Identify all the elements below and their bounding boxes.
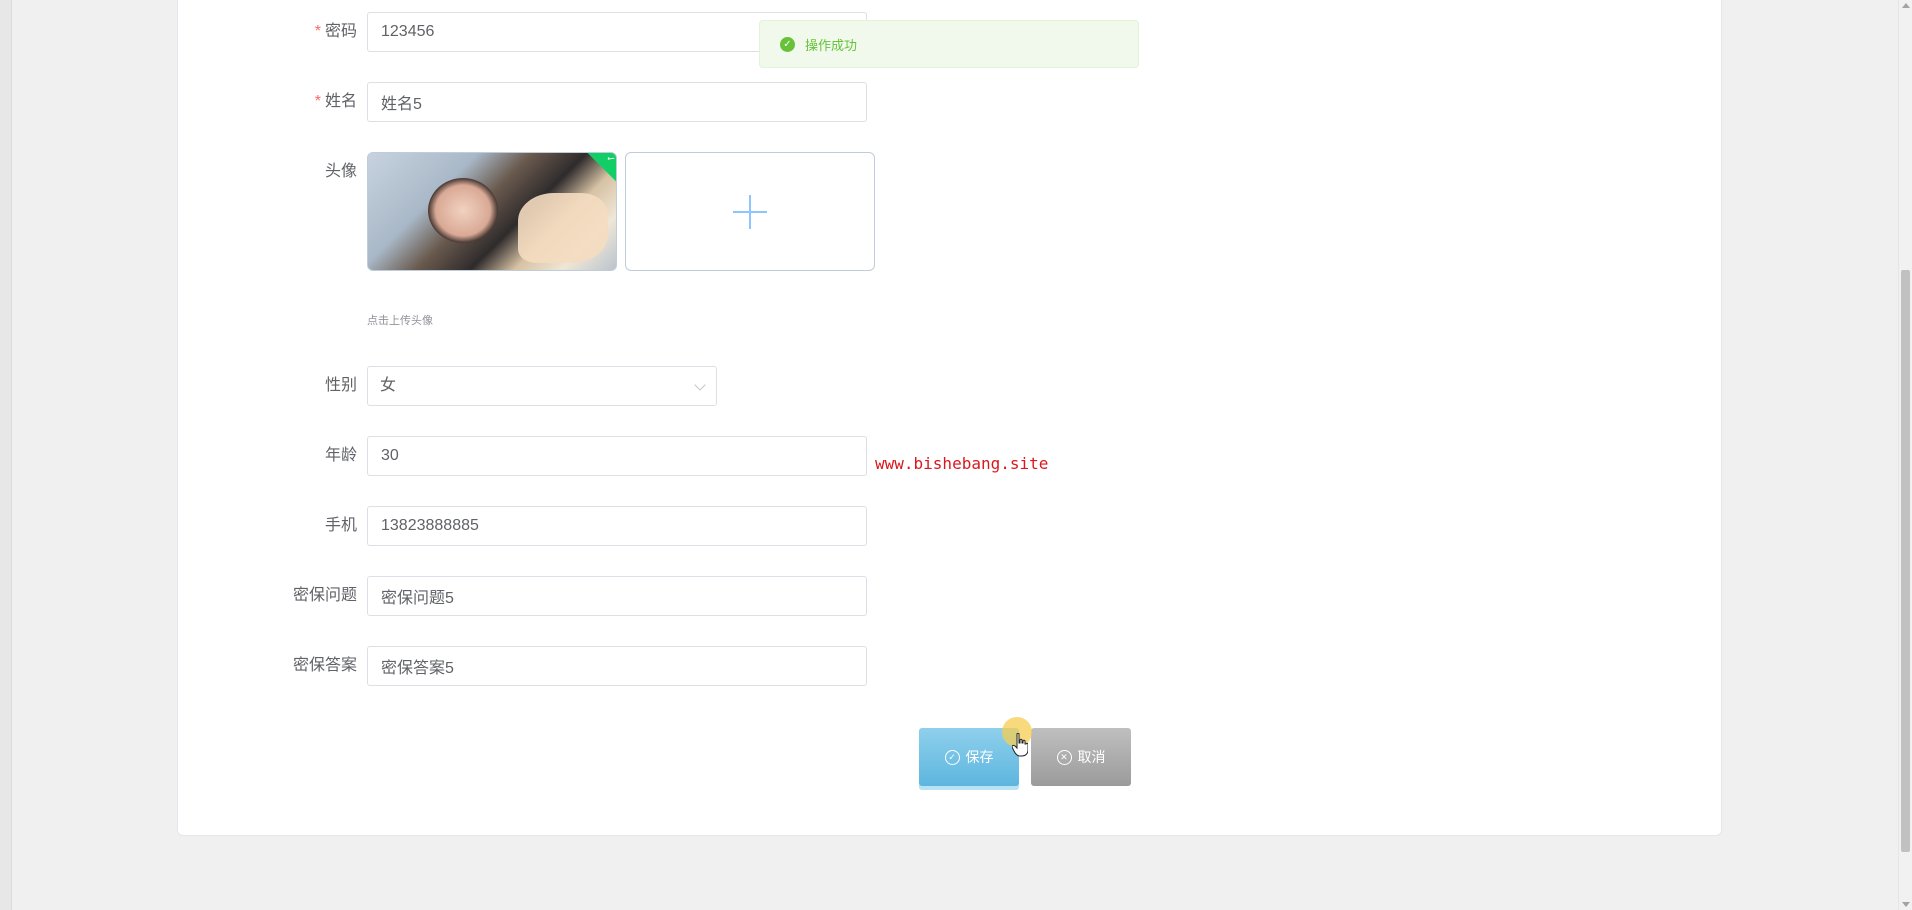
avatar-label: 头像 (324, 163, 357, 180)
hand-cursor-icon (1012, 733, 1028, 757)
gender-select[interactable]: 女 (367, 366, 717, 406)
left-gutter (0, 0, 12, 910)
phone-label: 手机 (324, 517, 357, 534)
gender-label: 性别 (324, 377, 357, 394)
avatar-image[interactable]: ✓ (367, 152, 617, 271)
security-question-input[interactable] (367, 576, 867, 616)
name-label-text: 姓名 (324, 93, 357, 110)
success-icon: ✓ (780, 36, 795, 52)
password-label: * 密码 (315, 12, 357, 52)
required-mark: * (314, 93, 321, 110)
gender-select-value: 女 (380, 377, 397, 394)
page: *密码 *姓名 头像 ✓ 点击上传头像 性别 女 年龄 www.bisheban… (0, 0, 1912, 910)
scrollbar-thumb[interactable] (1901, 270, 1910, 852)
required-mark: * (314, 23, 321, 40)
age-label: 年龄 (324, 447, 357, 464)
success-toast: ✓ 操作成功 (759, 20, 1139, 68)
security-answer-input[interactable] (367, 646, 867, 686)
security-question-label: 密保问题 (292, 587, 357, 604)
phone-input[interactable] (367, 506, 867, 546)
name-input[interactable] (367, 82, 867, 122)
vertical-scrollbar[interactable] (1898, 0, 1912, 910)
name-label: * 姓名 (315, 82, 357, 122)
cancel-button[interactable]: ✕ 取消 (1031, 728, 1131, 786)
security-answer-label: 密保答案 (292, 657, 357, 674)
age-input[interactable] (367, 436, 867, 476)
password-label-text: 密码 (324, 23, 357, 40)
cancel-button-label: 取消 (1077, 749, 1106, 765)
watermark-text: www.bishebang.site (875, 454, 1049, 473)
toast-message: 操作成功 (805, 37, 858, 53)
check-circle-icon: ✓ (944, 749, 960, 765)
scroll-up-arrow-icon[interactable] (1902, 3, 1910, 8)
avatar-hand (518, 193, 608, 263)
avatar-face (428, 178, 498, 243)
avatar-upload-button[interactable] (625, 152, 875, 271)
chevron-down-icon (694, 379, 706, 391)
form-card (177, 0, 1722, 836)
save-button-label: 保存 (965, 749, 994, 765)
plus-icon (733, 194, 767, 229)
avatar-hint: 点击上传头像 (367, 315, 433, 327)
close-circle-icon: ✕ (1056, 749, 1072, 765)
scroll-down-arrow-icon[interactable] (1902, 902, 1910, 907)
